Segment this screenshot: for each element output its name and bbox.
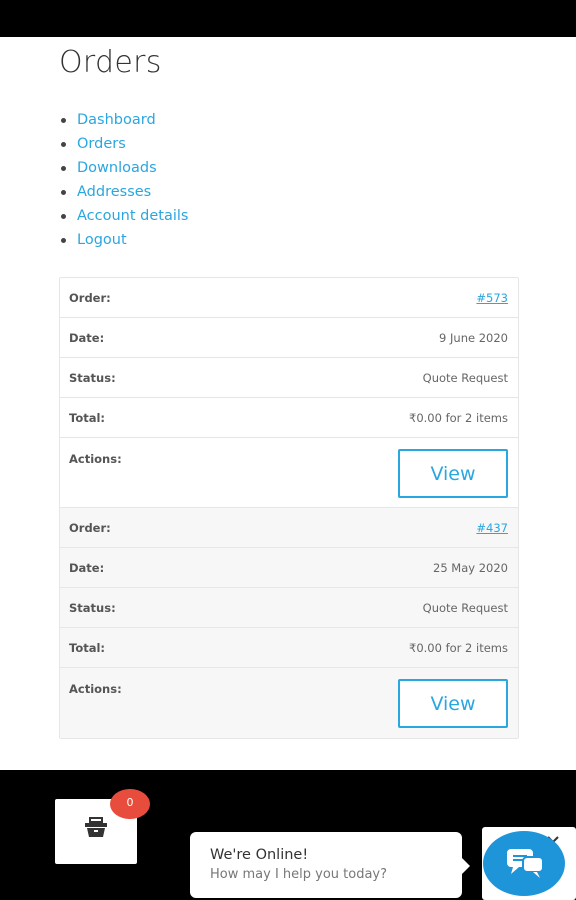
order-block: Order: #437 Date: 25 May 2020 Status: Qu… [60, 508, 518, 738]
table-row-actions: Actions: View [60, 668, 518, 738]
top-status-bar [0, 0, 576, 37]
nav-item-addresses: Addresses [59, 181, 188, 205]
nav-item-account-details: Account details [59, 205, 188, 229]
status-label: Status: [69, 601, 116, 615]
status-label: Status: [69, 371, 116, 385]
chat-title: We're Online! [210, 847, 309, 863]
table-row-status: Status: Quote Request [60, 358, 518, 398]
nav-link-logout[interactable]: Logout [77, 232, 127, 248]
table-row-actions: Actions: View [60, 438, 518, 508]
order-status: Quote Request [422, 371, 508, 385]
chat-bubbles-icon [507, 849, 544, 878]
date-label: Date: [69, 561, 105, 575]
table-row-total: Total: ₹0.00 for 2 items [60, 628, 518, 668]
order-label: Order: [69, 521, 111, 535]
actions-label: Actions: [69, 452, 122, 466]
order-date: 25 May 2020 [433, 561, 508, 575]
chat-launcher-button[interactable] [483, 831, 565, 896]
page-title: Orders [59, 45, 162, 80]
nav-item-logout: Logout [59, 229, 188, 253]
nav-link-account-details[interactable]: Account details [77, 208, 188, 224]
table-row-order: Order: #573 [60, 278, 518, 318]
chat-greeting-bubble[interactable]: We're Online! How may I help you today? [190, 832, 470, 898]
nav-link-addresses[interactable]: Addresses [77, 184, 151, 200]
order-date: 9 June 2020 [439, 331, 508, 345]
nav-item-dashboard: Dashboard [59, 109, 188, 133]
actions-label: Actions: [69, 682, 122, 696]
table-row-date: Date: 9 June 2020 [60, 318, 518, 358]
table-row-order: Order: #437 [60, 508, 518, 548]
nav-link-dashboard[interactable]: Dashboard [77, 112, 156, 128]
table-row-date: Date: 25 May 2020 [60, 548, 518, 588]
order-block: Order: #573 Date: 9 June 2020 Status: Qu… [60, 278, 518, 508]
nav-item-orders: Orders [59, 133, 188, 157]
date-label: Date: [69, 331, 105, 345]
order-total: ₹0.00 for 2 items [409, 641, 508, 655]
chat-subtitle: How may I help you today? [210, 867, 388, 882]
orders-table: Order: #573 Date: 9 June 2020 Status: Qu… [59, 277, 519, 739]
order-number-link[interactable]: #573 [476, 291, 508, 305]
nav-link-downloads[interactable]: Downloads [77, 160, 157, 176]
table-row-total: Total: ₹0.00 for 2 items [60, 398, 518, 438]
view-order-button[interactable]: View [398, 679, 508, 728]
order-total: ₹0.00 for 2 items [409, 411, 508, 425]
view-order-button[interactable]: View [398, 449, 508, 498]
table-row-status: Status: Quote Request [60, 588, 518, 628]
cart-count-badge: 0 [110, 789, 150, 819]
basket-icon [83, 817, 109, 839]
order-number-link[interactable]: #437 [476, 521, 508, 535]
page-content: Orders Dashboard Orders Downloads Addres… [0, 37, 576, 770]
nav-item-downloads: Downloads [59, 157, 188, 181]
order-status: Quote Request [422, 601, 508, 615]
account-navigation: Dashboard Orders Downloads Addresses Acc… [59, 109, 188, 253]
nav-link-orders[interactable]: Orders [77, 136, 126, 152]
total-label: Total: [69, 641, 106, 655]
total-label: Total: [69, 411, 106, 425]
order-label: Order: [69, 291, 111, 305]
